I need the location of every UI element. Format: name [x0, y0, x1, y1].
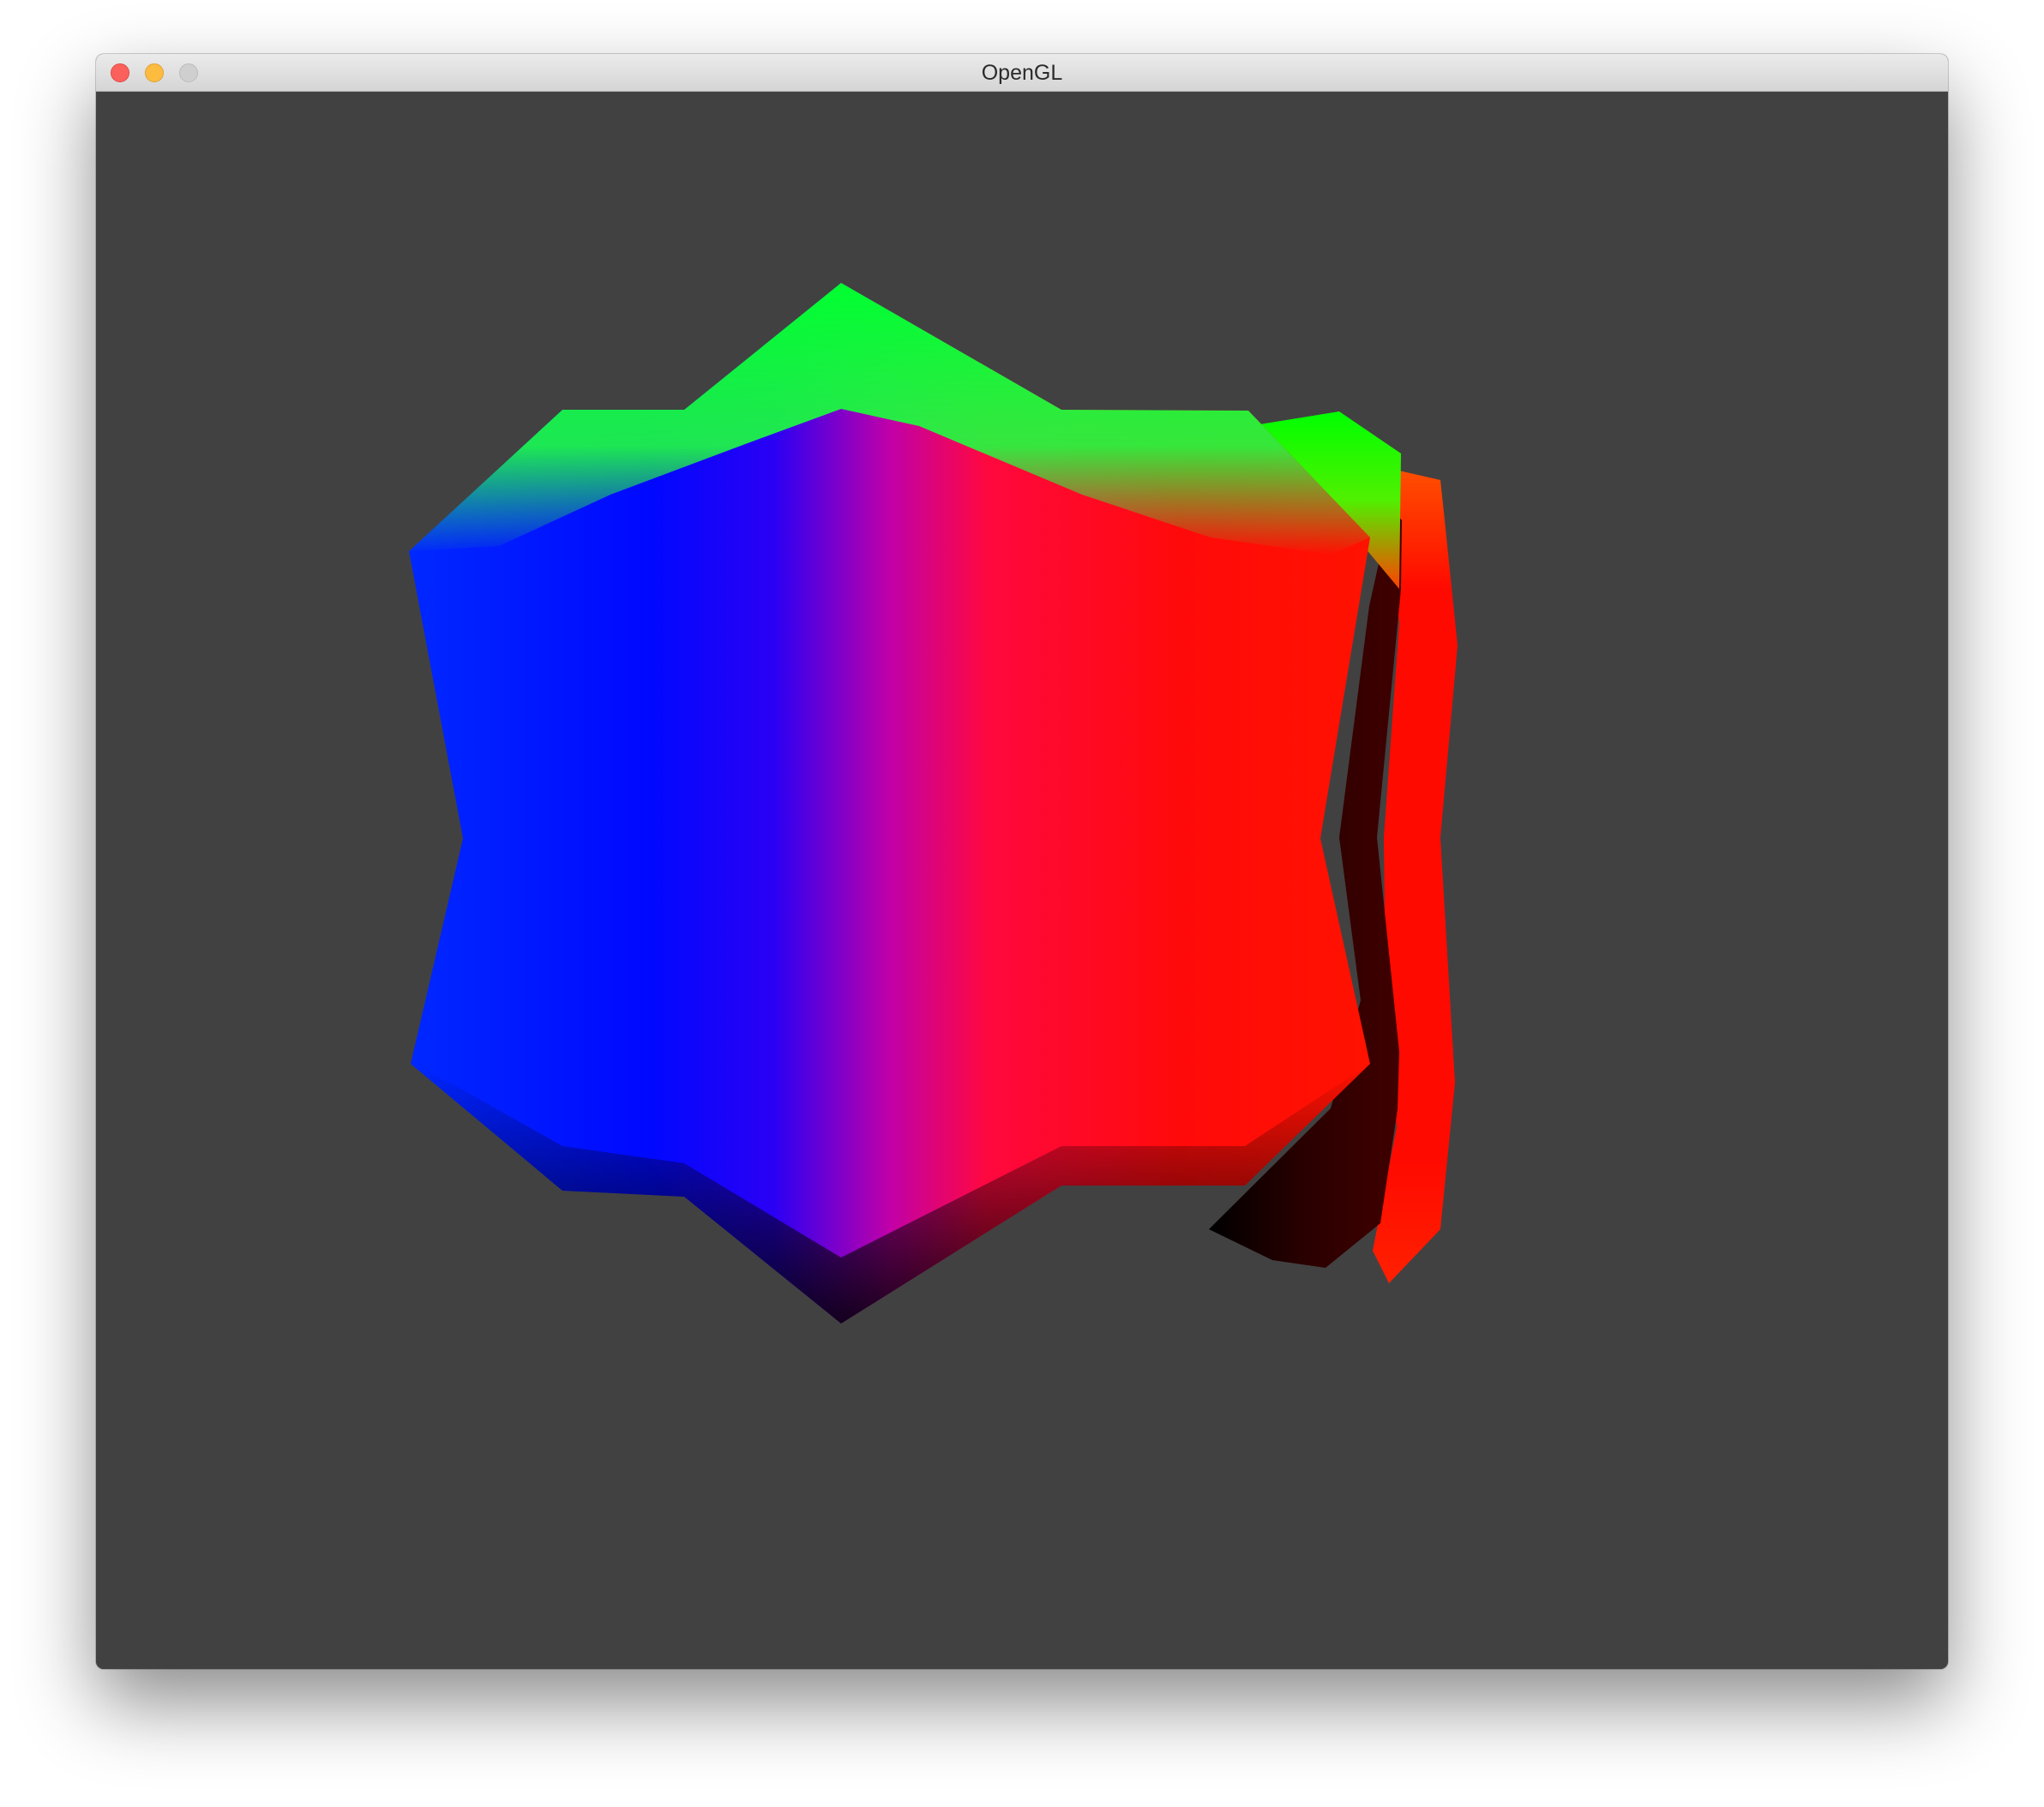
opengl-window: OpenGL: [96, 54, 1948, 1669]
rendered-shape: [409, 283, 1458, 1324]
window-titlebar[interactable]: OpenGL: [96, 54, 1948, 92]
window-title: OpenGL: [981, 61, 1063, 85]
opengl-viewport[interactable]: [96, 92, 1948, 1669]
